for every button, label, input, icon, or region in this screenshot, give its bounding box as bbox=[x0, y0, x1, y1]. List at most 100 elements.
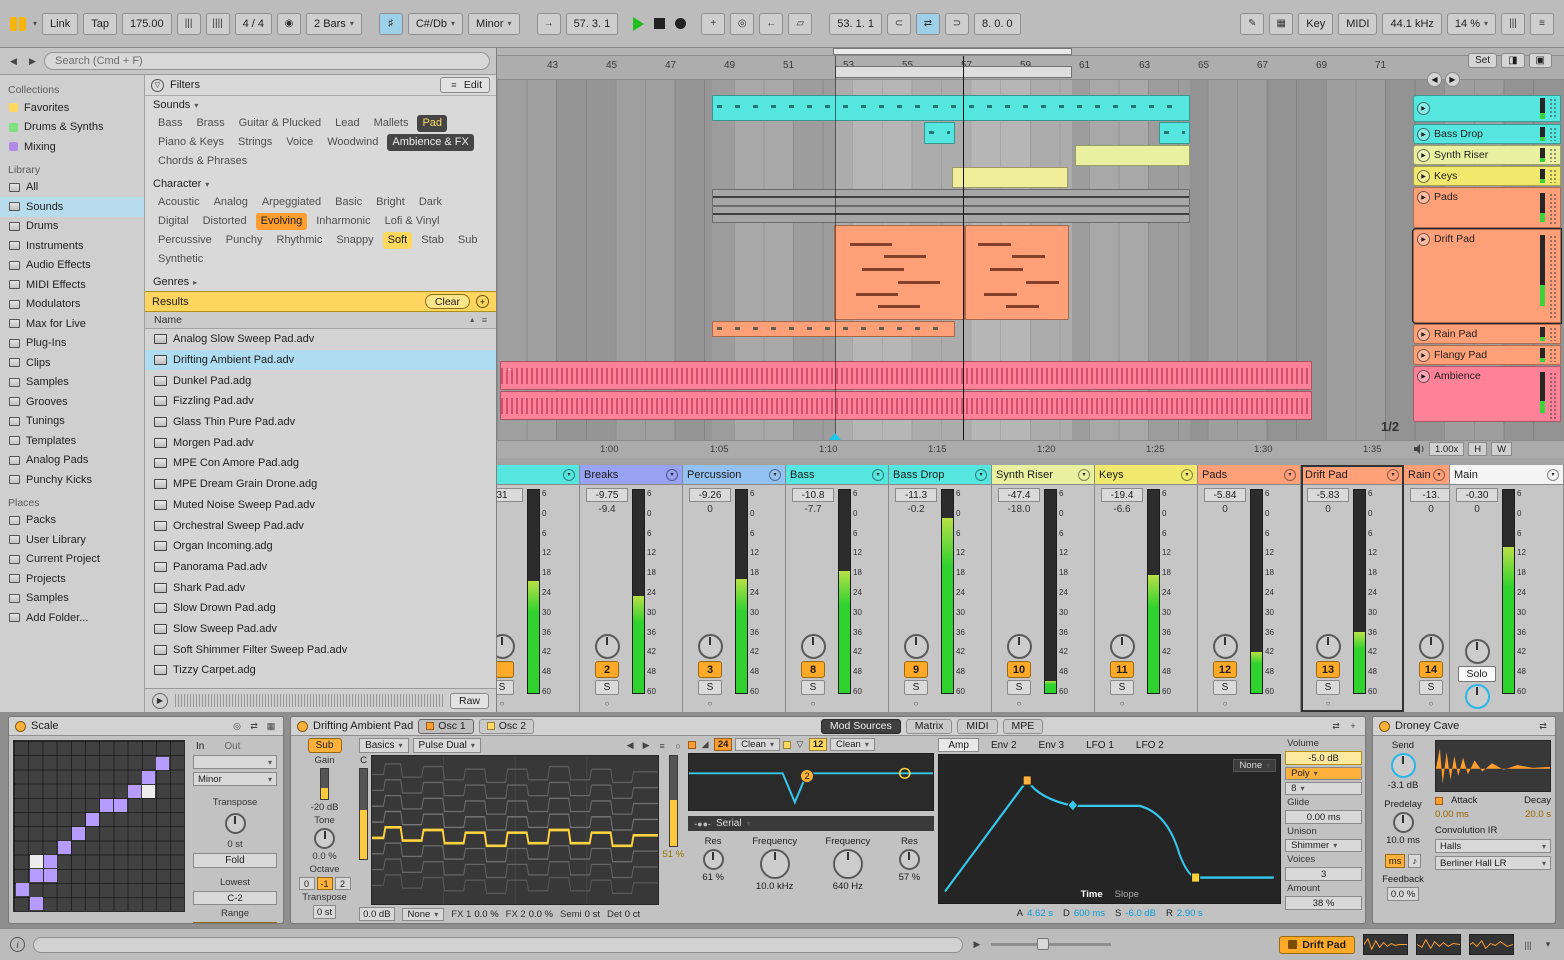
routing-icon[interactable]: ◎ bbox=[231, 721, 243, 732]
solo-button[interactable]: S bbox=[904, 680, 928, 695]
lock-envelopes-icon[interactable]: ▣ bbox=[1528, 53, 1552, 68]
filter-tag[interactable]: Guitar & Plucked bbox=[234, 115, 327, 132]
monitor-icon[interactable]: ○ bbox=[1011, 697, 1027, 709]
sounds-section-header[interactable]: Sounds ▾ bbox=[145, 96, 496, 114]
cue-volume-knob[interactable] bbox=[1464, 684, 1490, 709]
filter-tag[interactable]: Stab bbox=[416, 232, 449, 249]
hot-swap-icon[interactable]: ⇄ bbox=[1330, 721, 1342, 732]
track-grip-icon[interactable] bbox=[1549, 348, 1557, 362]
mod-tab[interactable]: MPE bbox=[1002, 718, 1044, 734]
mixer-track-header[interactable]: Synth Riser ▾ bbox=[992, 465, 1094, 485]
sidebar-item[interactable]: Mixing bbox=[0, 137, 144, 157]
scale-grid[interactable] bbox=[13, 740, 185, 912]
sidebar-item[interactable]: Modulators bbox=[0, 295, 144, 315]
wavetable-display[interactable] bbox=[371, 755, 660, 905]
filter-tag[interactable]: Rhythmic bbox=[272, 232, 328, 249]
scale-cell[interactable] bbox=[142, 785, 155, 798]
arrangement-clip[interactable] bbox=[712, 206, 1190, 223]
browser-file-row[interactable]: Slow Drown Pad.adg bbox=[145, 598, 496, 619]
arrangement-clip[interactable] bbox=[712, 189, 1190, 206]
crossfader-slider[interactable] bbox=[991, 938, 1111, 950]
volume-value[interactable]: -5.0 dB bbox=[1285, 751, 1362, 765]
add-filter-icon[interactable]: + bbox=[476, 295, 489, 308]
res1-knob[interactable] bbox=[702, 849, 724, 870]
draw-mode-icon[interactable]: ▱ bbox=[788, 12, 813, 35]
track-name[interactable]: Ambience bbox=[1434, 370, 1536, 382]
pan-knob[interactable] bbox=[497, 634, 515, 659]
save-preset-icon[interactable]: ▦ bbox=[265, 721, 277, 732]
ir-waveform-display[interactable] bbox=[1435, 740, 1551, 792]
mod-tab[interactable]: Mod Sources bbox=[820, 718, 901, 734]
freq1-knob[interactable] bbox=[759, 849, 790, 879]
key-map-button[interactable]: Key bbox=[1298, 12, 1334, 35]
track-header[interactable]: ▶ Ambience bbox=[1413, 366, 1561, 422]
sidebar-item[interactable]: Projects bbox=[0, 569, 144, 589]
raw-button[interactable]: Raw bbox=[449, 692, 489, 709]
arrangement-overview[interactable] bbox=[497, 48, 1564, 56]
tone-knob[interactable] bbox=[314, 828, 336, 849]
filter-tag[interactable]: Lofi & Vinyl bbox=[380, 213, 445, 230]
track-header[interactable]: ▶ Flangy Pad bbox=[1413, 345, 1561, 365]
track-fold-icon[interactable]: ▾ bbox=[769, 468, 781, 481]
gain-value[interactable]: -20 dB bbox=[311, 802, 339, 813]
filter2-type-icon[interactable]: ▽ bbox=[794, 739, 806, 750]
filter-display[interactable] bbox=[688, 753, 935, 811]
filter1-character-menu[interactable]: Clean ▾ bbox=[735, 738, 780, 751]
edit-filters-button[interactable]: ≡ Edit bbox=[439, 77, 490, 93]
wavetable-menu[interactable]: Pulse Dual ▾ bbox=[412, 738, 481, 753]
adsr-field[interactable]: S -6.0 dB bbox=[1115, 908, 1156, 919]
draw-icon[interactable]: ✎ bbox=[1240, 12, 1265, 35]
scale-cell[interactable] bbox=[16, 883, 29, 896]
mixer-track-header[interactable]: Bass ▾ bbox=[786, 465, 888, 485]
mixer-track-header[interactable]: Keys ▾ bbox=[1095, 465, 1197, 485]
filter-tag[interactable]: Strings bbox=[233, 134, 277, 151]
track-activator-button[interactable]: 10 bbox=[1007, 661, 1031, 678]
pan-knob[interactable] bbox=[1006, 634, 1032, 659]
adsr-field[interactable]: A 4.62 s bbox=[1017, 908, 1053, 919]
mod-tab[interactable]: MIDI bbox=[957, 718, 998, 734]
pan-knob[interactable] bbox=[594, 634, 620, 659]
time-tab[interactable]: Time bbox=[1081, 889, 1103, 900]
browser-file-row[interactable]: Dunkel Pad.adg bbox=[145, 370, 496, 391]
monitor-icon[interactable]: ○ bbox=[805, 697, 821, 709]
shape-slider[interactable] bbox=[668, 755, 678, 847]
zoom-back-icon[interactable]: ◀ bbox=[1427, 72, 1442, 87]
pan-knob[interactable] bbox=[903, 634, 929, 659]
quantize-menu[interactable]: 2 Bars ▾ bbox=[306, 12, 362, 35]
preview-play-icon[interactable]: ▶ bbox=[152, 692, 168, 709]
save-preset-icon[interactable]: + bbox=[1347, 721, 1359, 731]
scale-cell[interactable] bbox=[114, 799, 127, 812]
env-tab[interactable]: LFO 1 bbox=[1076, 738, 1124, 752]
volume-display[interactable]: -0.30 bbox=[1456, 488, 1498, 502]
menu-icon[interactable]: ≡ bbox=[656, 741, 668, 751]
track-play-icon[interactable]: ▶ bbox=[1417, 370, 1430, 383]
mixer-track-header[interactable]: Drift Pad ▾ bbox=[1301, 465, 1403, 485]
track-activator-button[interactable]: 11 bbox=[1110, 661, 1134, 678]
solo-button[interactable]: S bbox=[595, 680, 619, 695]
track-fold-icon[interactable]: ▾ bbox=[1078, 468, 1090, 481]
filter-tag[interactable]: Dark bbox=[414, 194, 447, 211]
range-value[interactable]: +128 st bbox=[193, 922, 277, 923]
track-fold-icon[interactable]: ▾ bbox=[975, 468, 987, 481]
track-activator-button[interactable]: 14 bbox=[1419, 661, 1443, 678]
peak-level-display[interactable]: 0 bbox=[1428, 504, 1434, 516]
hot-swap-icon[interactable]: ⇄ bbox=[248, 721, 260, 732]
scale-cell[interactable] bbox=[44, 869, 57, 882]
zoom-forward-icon[interactable]: ▶ bbox=[1445, 72, 1460, 87]
filter-tag[interactable]: Mallets bbox=[369, 115, 414, 132]
octave-button[interactable]: 0 bbox=[298, 877, 315, 890]
track-play-icon[interactable]: ▶ bbox=[1417, 327, 1430, 341]
shape-value[interactable]: 51 % bbox=[662, 849, 684, 860]
device-on-toggle[interactable] bbox=[1379, 720, 1390, 732]
sidebar-item[interactable]: User Library bbox=[0, 530, 144, 550]
sidebar-item[interactable]: Drums & Synths bbox=[0, 118, 144, 138]
filter-tag[interactable]: Pad bbox=[417, 115, 448, 132]
track-play-icon[interactable]: ▶ bbox=[1417, 191, 1430, 204]
fx2-field[interactable]: FX 2 0.0 % bbox=[506, 909, 553, 920]
mixer-track-header[interactable]: Pads ▾ bbox=[1198, 465, 1300, 485]
results-column-header[interactable]: Name ▲ ≡ bbox=[145, 312, 496, 329]
solo-button[interactable]: S bbox=[801, 680, 825, 695]
key-scale-menu[interactable]: Minor ▾ bbox=[468, 12, 520, 35]
peak-level-display[interactable]: 0 bbox=[1325, 504, 1331, 516]
env-tab[interactable]: Env 2 bbox=[981, 738, 1027, 752]
